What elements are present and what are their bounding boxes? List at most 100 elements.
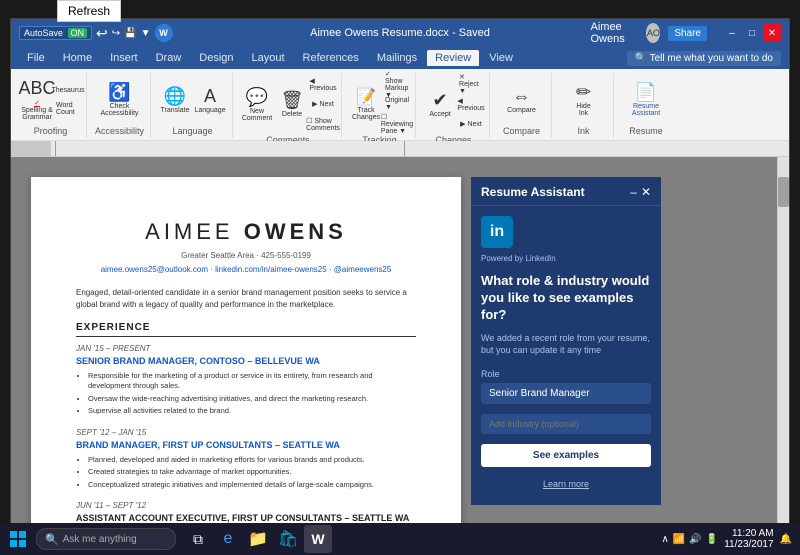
- compare-button[interactable]: ⇔ Compare: [506, 82, 538, 118]
- save-icon[interactable]: 💾: [124, 28, 136, 39]
- resume-assistant-close[interactable]: ✕: [641, 185, 651, 199]
- redo-icon[interactable]: ↪: [112, 28, 120, 39]
- tab-insert[interactable]: Insert: [102, 50, 146, 66]
- reviewing-pane-button[interactable]: ☐ Reviewing Pane ▼: [385, 115, 409, 133]
- job-1: JAN '15 – PRESENT SENIOR BRAND MANAGER, …: [76, 343, 416, 417]
- learn-more-link[interactable]: Learn more: [481, 479, 651, 489]
- ra-description: We added a recent role from your resume,…: [481, 332, 651, 357]
- resume-assistant-title: Resume Assistant: [481, 185, 585, 199]
- job-2-dates: SEPT '12 – JAN '15: [76, 427, 416, 438]
- tab-file[interactable]: File: [19, 50, 53, 66]
- resume-assistant-body: in Powered by LinkedIn What role & indus…: [471, 206, 661, 505]
- vertical-scrollbar[interactable]: [777, 157, 789, 525]
- store-icon[interactable]: 🛍: [274, 525, 302, 553]
- title-bar: AutoSave ON ↩ ↪ 💾 ▼ W Aimee Owens Resume…: [11, 19, 789, 47]
- word-window: AutoSave ON ↩ ↪ 💾 ▼ W Aimee Owens Resume…: [10, 18, 790, 546]
- tab-design[interactable]: Design: [191, 50, 241, 66]
- delete-comment-button[interactable]: 🗑 Delete: [276, 86, 308, 122]
- volume-icon[interactable]: 🔊: [689, 534, 701, 545]
- ribbon-group-ink: ✏ HideInk Ink: [554, 73, 614, 138]
- experience-section-title: EXPERIENCE: [76, 321, 416, 337]
- show-markup-button[interactable]: ✓ Show Markup ▼: [385, 75, 409, 93]
- window-controls: – □ ✕: [723, 24, 781, 42]
- office-button[interactable]: W: [155, 24, 173, 42]
- edge-icon[interactable]: e: [214, 525, 242, 553]
- next-comment-button[interactable]: ▶ Next: [311, 95, 335, 113]
- track-changes-button[interactable]: 📝 TrackChanges: [350, 86, 382, 122]
- resume-assistant-minimize[interactable]: –: [630, 185, 637, 199]
- tab-mailings[interactable]: Mailings: [369, 50, 425, 66]
- resume-assistant-panel: Resume Assistant – ✕ in Powered by Linke…: [471, 177, 661, 505]
- tab-references[interactable]: References: [295, 50, 367, 66]
- job-3-dates: JUN '11 – SEPT '12: [76, 500, 416, 511]
- reject-button[interactable]: ✕ Reject ▼: [459, 75, 483, 93]
- powered-by-linkedin: Powered by LinkedIn: [481, 254, 651, 263]
- tab-review[interactable]: Review: [427, 50, 479, 66]
- word-count-button[interactable]: Word Count: [56, 100, 80, 118]
- job-2-title: BRAND MANAGER, FIRST UP CONSULTANTS – SE…: [76, 439, 416, 452]
- taskbar: 🔍 Ask me anything ⧉ e 📁 🛍 W ∧ 📶 🔊 🔋 11:2…: [0, 523, 800, 555]
- next-change-button[interactable]: ▶ Next: [459, 115, 483, 133]
- role-label: Role: [481, 369, 651, 379]
- tell-me-input[interactable]: 🔍 Tell me what you want to do: [627, 51, 781, 66]
- system-tray: ∧ 📶 🔊 🔋: [662, 534, 719, 545]
- system-clock[interactable]: 11:20 AM 11/23/2017: [724, 528, 773, 550]
- tab-home[interactable]: Home: [55, 50, 100, 66]
- tab-view[interactable]: View: [481, 50, 521, 66]
- file-explorer-icon[interactable]: 📁: [244, 525, 272, 553]
- close-button[interactable]: ✕: [763, 24, 781, 42]
- chevron-up-icon[interactable]: ∧: [662, 534, 669, 545]
- industry-input[interactable]: [481, 414, 651, 434]
- spelling-grammar-button[interactable]: ABC ✓ Spelling &Grammar: [21, 82, 53, 118]
- ribbon-group-comments: 💬 NewComment 🗑 Delete ◀ Previous ▶ Next …: [235, 73, 342, 138]
- ra-question: What role & industry would you like to s…: [481, 273, 651, 324]
- job-1-dates: JAN '15 – PRESENT: [76, 343, 416, 354]
- resume-intro: Engaged, detail-oriented candidate in a …: [76, 287, 416, 311]
- user-avatar: AO: [646, 23, 660, 43]
- ribbon-content: ABC ✓ Spelling &Grammar Thesaurus Word C…: [11, 69, 789, 141]
- linkedin-logo: in: [481, 216, 513, 248]
- resume-assistant-button[interactable]: 📄 ResumeAssistant: [630, 82, 662, 118]
- ribbon-group-language: 🌐 Translate A Language Language: [153, 73, 233, 138]
- ribbon-group-changes: ✔ Accept ✕ Reject ▼ ◀ Previous ▶ Next Ch…: [418, 73, 490, 138]
- tab-layout[interactable]: Layout: [244, 50, 293, 66]
- previous-comment-button[interactable]: ◀ Previous: [311, 75, 335, 93]
- job-2-bullets: Planned, developed and aided in marketin…: [76, 455, 416, 491]
- task-view-button[interactable]: ⧉: [184, 525, 212, 553]
- document-content[interactable]: AIMEE OWENS Greater Seattle Area · 425-5…: [11, 157, 777, 525]
- translate-button[interactable]: 🌐 Translate: [159, 82, 191, 118]
- show-comments-button[interactable]: ☐ Show Comments: [311, 115, 335, 133]
- word-taskbar-icon[interactable]: W: [304, 525, 332, 553]
- ribbon-tabs: File Home Insert Draw Design Layout Refe…: [11, 47, 789, 69]
- more-icon[interactable]: ▼: [141, 28, 151, 39]
- language-button[interactable]: A Language: [194, 82, 226, 118]
- network-icon[interactable]: 📶: [673, 534, 685, 545]
- start-button[interactable]: [4, 525, 32, 553]
- previous-change-button[interactable]: ◀ Previous: [459, 95, 483, 113]
- document-paper[interactable]: AIMEE OWENS Greater Seattle Area · 425-5…: [31, 177, 461, 525]
- title-bar-right: Aimee Owens AO Share – □ ✕: [591, 21, 782, 45]
- document-title: Aimee Owens Resume.docx - Saved: [210, 27, 591, 39]
- ribbon-group-tracking: 📝 TrackChanges ✓ Show Markup ▼ Original …: [344, 73, 416, 138]
- maximize-button[interactable]: □: [743, 24, 761, 42]
- windows-logo: [10, 531, 26, 547]
- taskbar-search[interactable]: 🔍 Ask me anything: [36, 528, 176, 550]
- resume-assistant-header: Resume Assistant – ✕: [471, 177, 661, 206]
- share-button[interactable]: Share: [668, 26, 707, 41]
- refresh-button[interactable]: Refresh: [57, 0, 121, 22]
- see-examples-button[interactable]: See examples: [481, 444, 651, 467]
- notification-icon[interactable]: 🔔: [780, 534, 792, 545]
- thesaurus-button[interactable]: Thesaurus: [56, 81, 80, 99]
- accept-button[interactable]: ✔ Accept: [424, 86, 456, 122]
- tab-draw[interactable]: Draw: [148, 50, 190, 66]
- hide-ink-button[interactable]: ✏ HideInk: [568, 82, 600, 118]
- ink-label: Ink: [578, 126, 590, 136]
- resume-subtitle: Greater Seattle Area · 425-555-0199: [76, 250, 416, 261]
- new-comment-button[interactable]: 💬 NewComment: [241, 86, 273, 122]
- undo-icon[interactable]: ↩: [96, 25, 108, 42]
- taskbar-pinned-icons: ⧉ e 📁 🛍 W: [184, 525, 332, 553]
- minimize-button[interactable]: –: [723, 24, 741, 42]
- search-icon: 🔍: [45, 533, 59, 546]
- check-accessibility-button[interactable]: ♿ CheckAccessibility: [104, 82, 136, 118]
- original-dropdown[interactable]: Original ▼: [385, 95, 409, 113]
